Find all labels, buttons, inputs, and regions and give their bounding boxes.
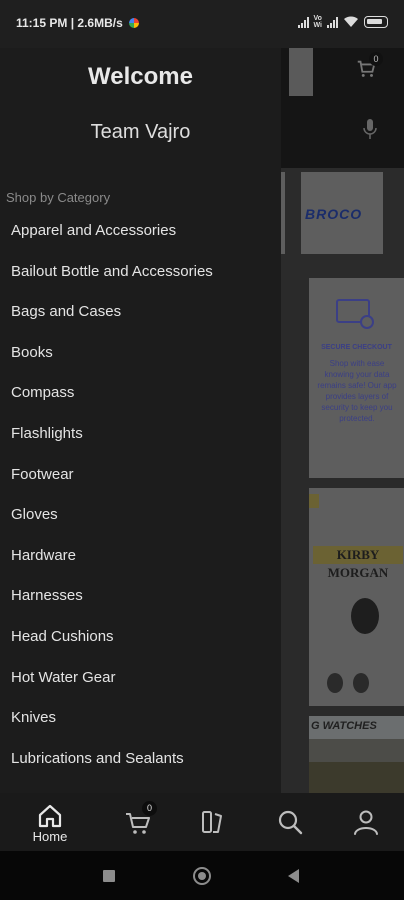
category-item-gloves[interactable]: Gloves bbox=[0, 495, 281, 536]
category-item-apparel[interactable]: Apparel and Accessories bbox=[0, 211, 281, 252]
category-item-hardware[interactable]: Hardware bbox=[0, 536, 281, 577]
search-icon bbox=[278, 810, 303, 835]
nav-search[interactable] bbox=[250, 793, 330, 851]
dimmed-kirby-card: KIRBY MORGAN bbox=[309, 488, 404, 706]
bottom-navigation: Home 0 bbox=[0, 793, 404, 851]
dimmed-page[interactable]: 0 BROCO SECURE CHECKOUT Shop with ease k… bbox=[281, 48, 404, 793]
drawer-welcome-title: Welcome bbox=[88, 63, 193, 90]
dimmed-watches-card: G WATCHES bbox=[309, 716, 404, 793]
drawer-username: Team Vajro bbox=[90, 121, 191, 143]
status-time-speed: 11:15 PM | 2.6MB/s bbox=[16, 16, 123, 30]
dimmed-secure-checkout-card: SECURE CHECKOUT Shop with ease knowing y… bbox=[309, 278, 404, 478]
dimmed-thumbnail bbox=[289, 48, 313, 96]
recents-icon[interactable] bbox=[103, 870, 115, 882]
battery-icon bbox=[364, 16, 388, 28]
category-item-bailout-bottle[interactable]: Bailout Bottle and Accessories bbox=[0, 252, 281, 293]
volte-icon: Vo Wi bbox=[313, 15, 323, 29]
dimmed-watches-label: G WATCHES bbox=[311, 720, 377, 732]
signal-icon bbox=[297, 16, 309, 28]
nav-profile[interactable] bbox=[326, 793, 404, 851]
dimmed-checkout-text: Shop with ease knowing your data remains… bbox=[317, 359, 397, 423]
category-list: Apparel and Accessories Bailout Bottle a… bbox=[0, 211, 281, 779]
status-time: 11:15 PM | 2.6MB/s bbox=[16, 16, 140, 30]
dimmed-brand-name: BROCO bbox=[305, 206, 363, 222]
category-item-knives[interactable]: Knives bbox=[0, 698, 281, 739]
nav-cart[interactable]: 0 bbox=[98, 793, 178, 851]
dimmed-brand-row: BROCO bbox=[281, 168, 404, 280]
app-notification-icon bbox=[129, 18, 140, 28]
category-item-hot-water-gear[interactable]: Hot Water Gear bbox=[0, 658, 281, 699]
wifi-icon bbox=[344, 16, 358, 27]
category-item-harnesses[interactable]: Harnesses bbox=[0, 576, 281, 617]
dimmed-kirby-label: KIRBY MORGAN bbox=[313, 546, 403, 580]
category-section-title: Shop by Category bbox=[6, 190, 111, 205]
dimmed-cart-badge: 0 bbox=[369, 52, 383, 66]
dimmed-brand-card: BROCO bbox=[301, 172, 383, 254]
category-item-flashlights[interactable]: Flashlights bbox=[0, 414, 281, 455]
dimmed-checkout-title: SECURE CHECKOUT bbox=[321, 344, 392, 351]
dimmed-mic-icon bbox=[363, 119, 377, 139]
cart-badge: 0 bbox=[142, 801, 157, 816]
profile-icon bbox=[354, 810, 378, 835]
dimmed-header: 0 bbox=[281, 48, 404, 168]
categories-icon bbox=[202, 811, 222, 833]
status-bar: 11:15 PM | 2.6MB/s Vo Wi bbox=[0, 0, 404, 48]
category-item-books[interactable]: Books bbox=[0, 333, 281, 374]
category-item-lubrications[interactable]: Lubrications and Sealants bbox=[0, 739, 281, 780]
navigation-drawer: Welcome Team Vajro Shop by Category Appa… bbox=[0, 48, 281, 793]
nav-home-label: Home bbox=[32, 829, 68, 844]
nav-home[interactable]: Home bbox=[10, 793, 90, 851]
dimmed-helmet-image bbox=[327, 598, 379, 693]
system-navigation-bar bbox=[0, 851, 404, 900]
dimmed-tag bbox=[309, 494, 319, 508]
category-item-bags-cases[interactable]: Bags and Cases bbox=[0, 292, 281, 333]
home-icon bbox=[38, 804, 62, 828]
status-icons: Vo Wi bbox=[297, 14, 388, 30]
category-item-compass[interactable]: Compass bbox=[0, 373, 281, 414]
back-icon[interactable] bbox=[288, 869, 299, 883]
dimmed-card-edge bbox=[281, 172, 285, 254]
home-circle-icon[interactable] bbox=[193, 867, 211, 885]
nav-categories[interactable] bbox=[173, 793, 253, 851]
category-item-footwear[interactable]: Footwear bbox=[0, 455, 281, 496]
signal-icon-2 bbox=[327, 16, 338, 28]
checkout-icon bbox=[336, 299, 374, 329]
category-item-head-cushions[interactable]: Head Cushions bbox=[0, 617, 281, 658]
